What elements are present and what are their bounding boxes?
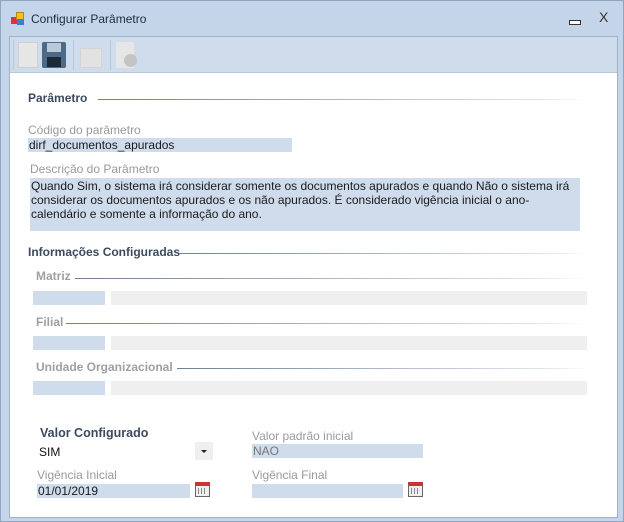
calendar-icon[interactable]: [408, 482, 423, 497]
valor-configurado-label: Valor Configurado: [40, 426, 149, 440]
vigencia-inicial-label: Vigência Inicial: [37, 468, 117, 482]
selected-value: SIM: [39, 445, 61, 459]
descricao-label: Descrição do Parâmetro: [30, 162, 160, 176]
vigencia-final-label: Vigência Final: [252, 468, 328, 482]
vigencia-final-field[interactable]: [252, 484, 403, 498]
divider: [177, 368, 588, 369]
codigo-field[interactable]: dirf_documentos_apurados: [28, 138, 292, 152]
window-title: Configurar Parâmetro: [31, 12, 147, 26]
section-parametro: Parâmetro: [28, 91, 88, 105]
save-button[interactable]: [40, 40, 66, 70]
toolbar: [10, 37, 617, 73]
unidade-code-field[interactable]: [33, 381, 105, 395]
new-button[interactable]: [16, 40, 42, 70]
calendar-icon[interactable]: [195, 482, 210, 497]
codigo-label: Código do parâmetro: [28, 123, 141, 137]
matriz-label: Matriz: [36, 269, 71, 283]
lock-button[interactable]: [78, 40, 104, 70]
close-button[interactable]: X: [599, 9, 608, 25]
new-icon: [18, 42, 38, 68]
dropdown-button[interactable]: [195, 442, 213, 460]
matriz-code-field[interactable]: [33, 291, 105, 305]
save-icon: [42, 42, 66, 68]
divider: [66, 323, 588, 324]
section-informacoes: Informações Configuradas: [28, 245, 181, 259]
dialog-window: Configurar Parâmetro X Parâmetro Código …: [0, 0, 624, 522]
delete-icon: [116, 42, 137, 68]
matriz-name-field[interactable]: [111, 291, 587, 305]
vigencia-inicial-field[interactable]: 01/01/2019: [37, 484, 190, 498]
dialog-content: Parâmetro Código do parâmetro dirf_docum…: [9, 36, 618, 518]
lock-icon: [80, 48, 102, 68]
unidade-label: Unidade Organizacional: [36, 360, 173, 374]
app-icon: [11, 12, 25, 26]
minimize-button[interactable]: [567, 15, 581, 25]
divider: [75, 278, 588, 279]
unidade-name-field[interactable]: [111, 381, 587, 395]
chevron-down-icon: [201, 450, 207, 453]
valor-padrao-label: Valor padrão inicial: [252, 429, 354, 443]
descricao-field[interactable]: Quando Sim, o sistema irá considerar som…: [30, 178, 580, 231]
filial-label: Filial: [36, 315, 64, 329]
divider: [98, 99, 588, 100]
filial-name-field[interactable]: [111, 336, 587, 350]
valor-configurado-select[interactable]: SIM: [37, 442, 214, 460]
valor-padrao-field: NAO: [252, 444, 423, 458]
delete-button[interactable]: [114, 40, 140, 70]
divider: [179, 253, 589, 254]
filial-code-field[interactable]: [33, 336, 105, 350]
